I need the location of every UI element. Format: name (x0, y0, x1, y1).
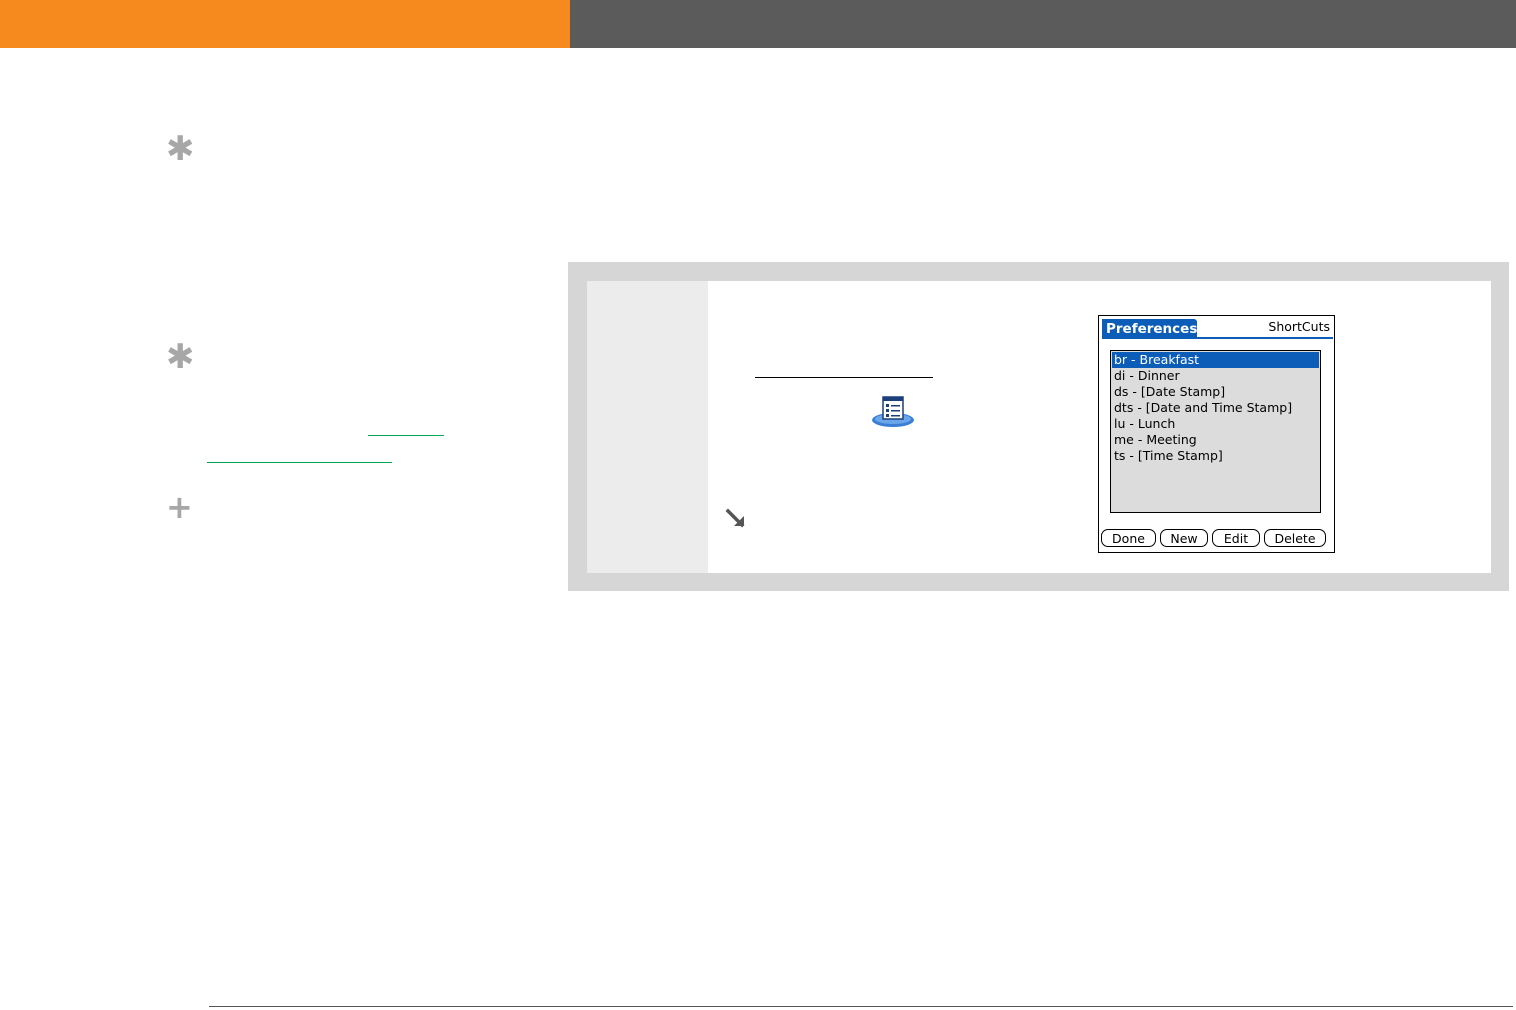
top-bar-accent (0, 0, 570, 48)
step-link[interactable] (755, 377, 933, 378)
footer-divider (209, 1006, 1513, 1007)
sidebar-link[interactable] (368, 435, 444, 436)
category-label[interactable]: ShortCuts (1268, 319, 1330, 335)
list-item[interactable]: di - Dinner (1112, 368, 1319, 384)
tip-asterisk-icon: ✱ (166, 129, 195, 169)
screen-title-tab[interactable]: Preferences (1102, 319, 1197, 339)
arrow-down-right-icon (725, 508, 745, 528)
list-item[interactable]: ds - [Date Stamp] (1112, 384, 1319, 400)
edit-button[interactable]: Edit (1212, 529, 1260, 547)
list-item[interactable]: me - Meeting (1112, 432, 1319, 448)
done-button[interactable]: Done (1101, 529, 1156, 547)
top-bar (570, 0, 1516, 48)
delete-button[interactable]: Delete (1264, 529, 1326, 547)
sidebar-link[interactable] (207, 462, 392, 463)
did-you-know-plus-icon: + (166, 488, 193, 526)
page: ✱ ✱ + Preferences ShortCuts br - Breakfa… (0, 0, 1516, 1010)
list-item[interactable]: dts - [Date and Time Stamp] (1112, 400, 1319, 416)
step-number-column (587, 281, 708, 573)
preferences-app-icon (872, 396, 914, 427)
button-bar: Done New Edit Delete (1101, 529, 1332, 549)
tip-asterisk-icon: ✱ (166, 337, 195, 377)
new-button[interactable]: New (1160, 529, 1208, 547)
list-item[interactable]: lu - Lunch (1112, 416, 1319, 432)
shortcut-list[interactable]: br - Breakfast di - Dinner ds - [Date St… (1110, 350, 1321, 513)
list-item[interactable]: ts - [Time Stamp] (1112, 448, 1319, 464)
list-item[interactable]: br - Breakfast (1112, 352, 1319, 368)
device-screenshot: Preferences ShortCuts br - Breakfast di … (1098, 315, 1335, 553)
